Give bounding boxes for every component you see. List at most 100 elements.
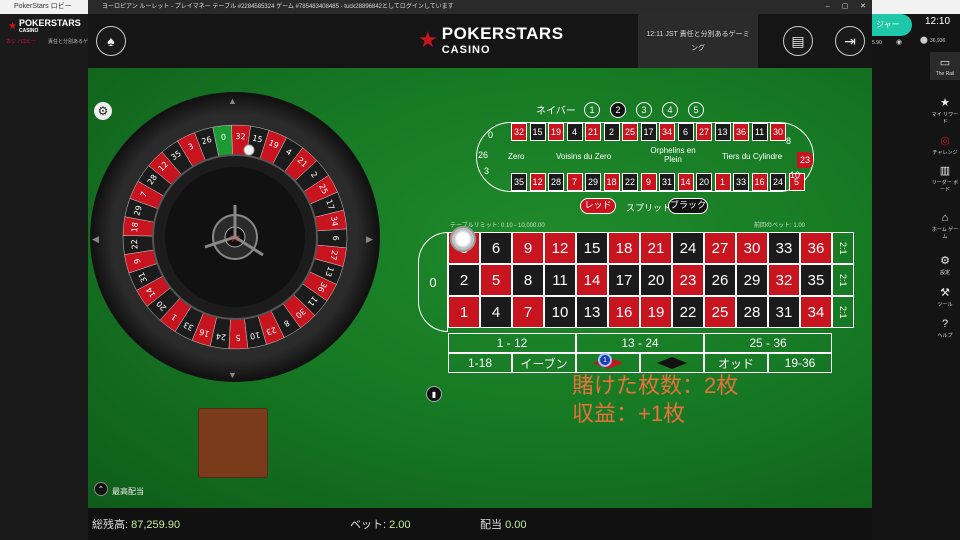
red-bet-button[interactable]: レッド <box>580 198 616 214</box>
dozen-bet[interactable]: 13 - 24 <box>576 333 704 353</box>
neighbor-option-3[interactable]: 3 <box>636 102 652 118</box>
racetrack-number[interactable]: 21 <box>585 123 601 141</box>
sidebar-item-rail[interactable]: ▭ The Rail <box>930 52 960 80</box>
racetrack-number[interactable]: 7 <box>566 173 583 191</box>
racetrack-number[interactable]: 31 <box>659 173 675 191</box>
number-cell[interactable]: 31 <box>768 296 800 328</box>
number-cell[interactable]: 15 <box>576 232 608 264</box>
number-cell[interactable]: 36 <box>800 232 832 264</box>
number-cell[interactable]: 33 <box>768 232 800 264</box>
dozen-bet[interactable]: 25 - 36 <box>704 333 832 353</box>
sidebar-item-leaderboard[interactable]: ▥ リーダー ボード <box>930 164 960 193</box>
racetrack-number[interactable]: 34 <box>659 123 675 141</box>
racetrack-number[interactable]: 1 <box>714 173 731 191</box>
sidebar-item-settings[interactable]: ⚙ 設定 <box>930 254 960 276</box>
number-cell[interactable]: 19 <box>640 296 672 328</box>
number-cell[interactable]: 14 <box>576 264 608 296</box>
racetrack-number[interactable]: 22 <box>622 173 638 191</box>
number-cell[interactable]: 35 <box>800 264 832 296</box>
neighbor-option-1[interactable]: 1 <box>584 102 600 118</box>
placed-chip-3[interactable] <box>450 226 476 252</box>
racetrack-number[interactable]: 27 <box>696 123 712 141</box>
number-cell[interactable]: 1 <box>448 296 480 328</box>
number-cell[interactable]: 34 <box>800 296 832 328</box>
number-cell[interactable]: 12 <box>544 232 576 264</box>
racetrack-right-10[interactable]: 10 <box>790 170 800 180</box>
number-cell[interactable]: 32 <box>768 264 800 296</box>
racetrack-right-23[interactable]: 23 <box>797 152 813 168</box>
racetrack-number[interactable]: 9 <box>640 173 657 191</box>
racetrack-left-0[interactable]: 0 <box>488 130 493 140</box>
placed-chip-red[interactable]: 1 <box>598 353 612 367</box>
dozen-bet[interactable]: 1 - 12 <box>448 333 576 353</box>
black-diamond-bet[interactable] <box>640 353 704 373</box>
racetrack-right-8[interactable]: 8 <box>786 136 791 146</box>
cashier-button[interactable]: ▤ <box>783 26 813 56</box>
number-cell[interactable]: 18 <box>608 232 640 264</box>
neighbor-option-5[interactable]: 5 <box>688 102 704 118</box>
stats-icon[interactable]: ▮ <box>426 386 442 402</box>
close-icon[interactable]: ✕ <box>860 0 866 14</box>
racetrack-left-3[interactable]: 3 <box>484 166 489 176</box>
outside-bet[interactable]: イーブン <box>512 353 576 373</box>
racetrack-number[interactable]: 20 <box>696 173 712 191</box>
number-cell[interactable]: 28 <box>736 296 768 328</box>
black-bet-button[interactable]: ブラック <box>668 198 708 214</box>
racetrack-number[interactable]: 28 <box>548 173 564 191</box>
racetrack-number[interactable]: 35 <box>511 173 527 191</box>
number-cell[interactable]: 6 <box>480 232 512 264</box>
racetrack-left-26[interactable]: 26 <box>478 150 488 160</box>
racetrack-number[interactable]: 13 <box>714 123 731 141</box>
column-bet[interactable]: 2:1 <box>832 264 854 296</box>
number-cell[interactable]: 9 <box>512 232 544 264</box>
number-cell[interactable]: 5 <box>480 264 512 296</box>
section-orphelins[interactable]: Orphelins en Plein <box>648 146 698 164</box>
spade-menu-button[interactable]: ♠ <box>96 26 126 56</box>
number-cell[interactable]: 20 <box>640 264 672 296</box>
number-cell[interactable]: 26 <box>704 264 736 296</box>
neighbor-option-2[interactable]: 2 <box>610 102 626 118</box>
join-button[interactable]: ジャー <box>872 14 912 36</box>
racetrack-number[interactable]: 15 <box>529 123 546 141</box>
outside-bet[interactable]: 1-18 <box>448 353 512 373</box>
minimize-icon[interactable]: – <box>826 0 830 14</box>
number-cell[interactable]: 30 <box>736 232 768 264</box>
number-cell[interactable]: 2 <box>448 264 480 296</box>
number-cell[interactable]: 11 <box>544 264 576 296</box>
racetrack-number[interactable]: 17 <box>640 123 657 141</box>
section-voisins[interactable]: Voisins du Zero <box>556 152 611 161</box>
exit-button[interactable]: ⇥ <box>835 26 865 56</box>
section-tiers[interactable]: Tiers du Cylindre <box>722 152 782 161</box>
responsible-gaming-panel[interactable]: 12:11 JST 責任と分別あるゲーミング <box>638 14 758 68</box>
number-cell[interactable]: 25 <box>704 296 736 328</box>
racetrack-number[interactable]: 29 <box>585 173 601 191</box>
sidebar-item-challenge[interactable]: ◎ チャレンジ <box>930 134 960 156</box>
column-bet[interactable]: 2:1 <box>832 296 854 328</box>
column-bet[interactable]: 2:1 <box>832 232 854 264</box>
racetrack-number[interactable]: 11 <box>751 123 768 141</box>
table-settings-button[interactable]: ⚙ <box>94 102 112 120</box>
number-cell[interactable]: 16 <box>608 296 640 328</box>
racetrack-number[interactable]: 19 <box>548 123 564 141</box>
number-cell[interactable]: 23 <box>672 264 704 296</box>
chevron-up-icon[interactable]: ⌃ <box>94 482 108 496</box>
number-cell[interactable]: 13 <box>576 296 608 328</box>
neighbor-option-4[interactable]: 4 <box>662 102 678 118</box>
sidebar-item-rewards[interactable]: ★ マイ リワード <box>930 96 960 125</box>
racetrack-number[interactable]: 12 <box>529 173 546 191</box>
number-cell[interactable]: 8 <box>512 264 544 296</box>
racetrack-number[interactable]: 14 <box>677 173 694 191</box>
number-cell[interactable]: 24 <box>672 232 704 264</box>
number-cell[interactable]: 29 <box>736 264 768 296</box>
max-bet-label[interactable]: 最高配当 <box>112 486 144 497</box>
eye-icon[interactable]: ◉ <box>896 38 902 46</box>
outside-bet[interactable]: オッド <box>704 353 768 373</box>
number-cell[interactable]: 21 <box>640 232 672 264</box>
sidebar-item-help[interactable]: ? ヘルプ <box>930 318 960 339</box>
chip-tray[interactable] <box>198 408 268 478</box>
racetrack-number[interactable]: 33 <box>733 173 749 191</box>
number-cell[interactable]: 22 <box>672 296 704 328</box>
racetrack-number[interactable]: 18 <box>603 173 620 191</box>
number-cell[interactable]: 10 <box>544 296 576 328</box>
racetrack-number[interactable]: 6 <box>677 123 694 141</box>
